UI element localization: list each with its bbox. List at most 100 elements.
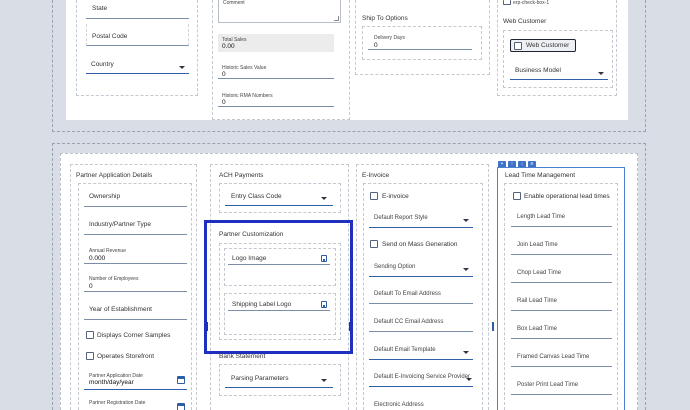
delivery-days-field[interactable]: Delivery Days 0 <box>368 32 472 50</box>
operates-storefront-checkbox[interactable] <box>86 352 94 360</box>
lead-time-item-label: Poster Print Lead Time <box>517 382 579 388</box>
delivery-days-value: 0 <box>374 42 378 49</box>
web-customer-checkbox[interactable] <box>514 42 522 50</box>
calendar-icon[interactable] <box>177 403 185 410</box>
chevron-down-icon <box>321 197 327 200</box>
ship-to-options-title: Ship To Options <box>362 15 408 22</box>
displays-corner-samples-checkbox[interactable] <box>86 331 94 339</box>
historic-sales-label: Historic Sales Value <box>222 65 267 71</box>
enable-operational-checkbox[interactable] <box>513 192 521 200</box>
ownership-field[interactable]: Ownership <box>84 187 187 207</box>
historic-rma-label: Historic RMA Numbers <box>222 93 273 99</box>
chevron-down-icon <box>321 379 327 382</box>
displays-corner-samples-label: Displays Corner Samples <box>97 332 171 339</box>
historic-sales-field[interactable]: Historic Sales Value 0 <box>218 60 334 79</box>
default-einvoicing-provider-label: Default E-Invoicing Service Provider <box>374 374 471 380</box>
num-employees-label: Number of Employees <box>89 276 139 282</box>
state-label: State <box>92 5 108 12</box>
web-customer-checkbox-label: Web Customer <box>526 42 570 49</box>
entry-class-code-select[interactable]: Entry Class Code <box>225 188 333 206</box>
default-to-email-label: Default To Email Address <box>374 291 441 297</box>
reg-date-field[interactable]: Partner Registration Date <box>84 397 187 410</box>
lead-time-item[interactable]: Box Lead Time <box>511 320 612 339</box>
lead-time-item[interactable]: Poster Print Lead Time <box>511 376 612 395</box>
default-einvoicing-provider-select[interactable]: Default E-Invoicing Service Provider <box>369 369 473 387</box>
postal-code-field[interactable]: Postal Code <box>86 24 189 46</box>
default-cc-email-label: Default CC Email Address <box>374 319 444 325</box>
electronic-address-field[interactable]: Electronic Address <box>369 397 473 410</box>
annual-revenue-field[interactable]: Annual Revenue 0.000 <box>84 244 187 264</box>
country-select[interactable]: Country <box>86 52 189 74</box>
web-customer-toggle[interactable]: Web Customer <box>510 39 576 52</box>
ach-title: ACH Payments <box>219 172 264 179</box>
country-label: Country <box>91 61 114 68</box>
lead-time-item[interactable]: Rail Lead Time <box>511 292 612 311</box>
industry-label: Industry/Partner Type <box>89 221 152 228</box>
lead-time-item[interactable]: Framed Canvas Lead Time <box>511 348 612 367</box>
default-email-template-select[interactable]: Default Email Template <box>369 342 473 360</box>
parsing-parameters-label: Parsing Parameters <box>231 375 289 382</box>
resize-handle-einvoice[interactable] <box>492 322 494 331</box>
upload-file-icon[interactable] <box>321 301 327 308</box>
historic-rma-value: 0 <box>222 99 226 106</box>
operates-storefront-label: Operates Storefront <box>97 353 155 360</box>
num-employees-field[interactable]: Number of Employees 0 <box>84 272 187 292</box>
lead-time-item-label: Chop Lead Time <box>517 270 562 276</box>
resize-handle-left[interactable] <box>206 322 208 331</box>
comment-textarea[interactable]: Comment <box>218 0 341 23</box>
annual-revenue-label: Annual Revenue <box>89 248 126 254</box>
year-established-label: Year of Establishment <box>89 306 152 313</box>
calendar-icon[interactable] <box>177 376 185 384</box>
resize-handle-right[interactable] <box>349 322 351 331</box>
lead-time-item-label: Rail Lead Time <box>517 298 558 304</box>
chevron-down-icon <box>463 268 469 271</box>
lead-time-item[interactable]: Join Lead Time <box>511 236 612 255</box>
industry-field[interactable]: Industry/Partner Type <box>84 215 187 235</box>
historic-rma-field[interactable]: Historic RMA Numbers 0 <box>218 88 334 107</box>
business-model-select[interactable]: Business Model <box>510 62 608 80</box>
chevron-down-icon <box>466 378 472 381</box>
lead-time-item[interactable]: Length Lead Time <box>511 208 612 227</box>
default-report-style-select[interactable]: Default Report Style <box>369 210 473 228</box>
total-sales-value: 0.00 <box>222 43 235 50</box>
chevron-down-icon <box>598 72 604 75</box>
lead-time-item[interactable]: Chop Lead Time <box>511 264 612 283</box>
reg-date-label: Partner Registration Date <box>89 400 146 406</box>
enable-operational-label: Enable operational lead times <box>524 193 610 200</box>
entry-class-code-label: Entry Class Code <box>231 193 282 200</box>
chevron-down-icon <box>463 219 469 222</box>
logo-image-field[interactable]: Logo Image <box>228 252 330 265</box>
postal-code-label: Postal Code <box>92 33 128 40</box>
resize-handle-icon[interactable] <box>334 16 339 21</box>
state-field[interactable]: State <box>86 0 189 19</box>
year-established-field[interactable]: Year of Establishment <box>84 300 187 320</box>
delivery-days-label: Delivery Days <box>374 35 405 41</box>
parsing-parameters-select[interactable]: Parsing Parameters <box>225 370 333 388</box>
historic-sales-value: 0 <box>222 71 226 78</box>
partner-app-title: Partner Application Details <box>76 172 153 179</box>
default-cc-email-field[interactable]: Default CC Email Address <box>369 314 473 332</box>
default-email-template-label: Default Email Template <box>374 347 436 353</box>
upload-file-icon[interactable] <box>321 255 327 262</box>
partner-customization-title: Partner Customization <box>219 231 284 238</box>
sending-option-select[interactable]: Sending Option <box>369 259 473 277</box>
app-date-field[interactable]: Partner Application Date month/day/year <box>84 370 187 390</box>
erp-checkbox-label: erp-check-box-1 <box>513 0 550 6</box>
chevron-down-icon <box>179 66 185 69</box>
web-customer-title: Web Customer <box>503 18 547 25</box>
einvoice-checkbox[interactable] <box>370 192 378 200</box>
einvoice-title: E-Invoice <box>362 172 390 179</box>
app-date-value: month/day/year <box>89 379 134 386</box>
electronic-address-label: Electronic Address <box>374 402 424 408</box>
default-to-email-field[interactable]: Default To Email Address <box>369 286 473 304</box>
comment-label: Comment <box>223 0 245 6</box>
annual-revenue-value: 0.000 <box>89 255 106 262</box>
num-employees-value: 0 <box>89 283 93 290</box>
bank-statement-title: Bank Statement <box>219 353 266 360</box>
sending-option-label: Sending Option <box>374 264 416 270</box>
erp-checkbox[interactable] <box>503 0 511 5</box>
shipping-label-logo-field[interactable]: Shipping Label Logo <box>228 298 330 311</box>
logo-image-label: Logo Image <box>232 255 267 262</box>
lead-time-item-label: Length Lead Time <box>517 214 566 220</box>
send-on-mass-checkbox[interactable] <box>370 240 378 248</box>
